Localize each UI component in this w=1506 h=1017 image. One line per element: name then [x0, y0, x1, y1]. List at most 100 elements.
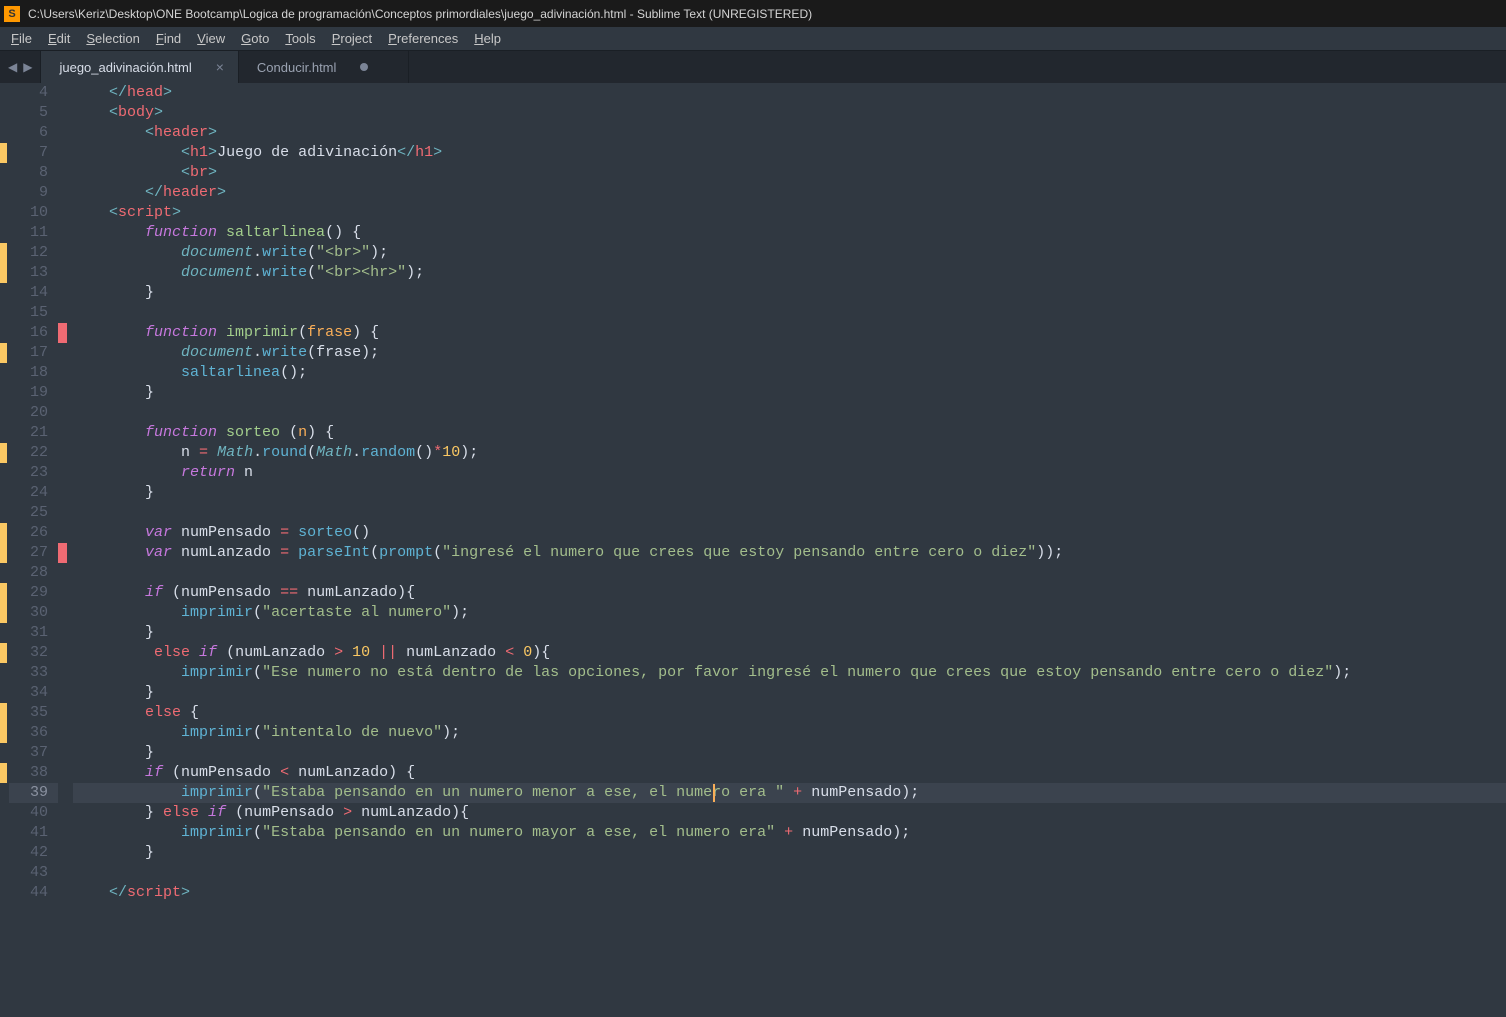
line-number[interactable]: 10 [9, 203, 58, 223]
line-gutter[interactable]: 4567891011121314151617181920212223242526… [9, 83, 58, 1017]
line-number[interactable]: 21 [9, 423, 58, 443]
line-number[interactable]: 44 [9, 883, 58, 903]
code-line[interactable] [73, 403, 1506, 423]
line-number[interactable]: 30 [9, 603, 58, 623]
code-line[interactable]: } [73, 283, 1506, 303]
line-number[interactable]: 32 [9, 643, 58, 663]
code-line[interactable]: } [73, 743, 1506, 763]
menu-preferences[interactable]: Preferences [381, 29, 465, 48]
line-number[interactable]: 7 [9, 143, 58, 163]
line-number[interactable]: 36 [9, 723, 58, 743]
line-number[interactable]: 23 [9, 463, 58, 483]
line-number[interactable]: 40 [9, 803, 58, 823]
code-line[interactable]: else { [73, 703, 1506, 723]
line-number[interactable]: 35 [9, 703, 58, 723]
line-number[interactable]: 26 [9, 523, 58, 543]
line-number[interactable]: 20 [9, 403, 58, 423]
code-line[interactable] [73, 863, 1506, 883]
line-number[interactable]: 11 [9, 223, 58, 243]
code-line[interactable] [73, 503, 1506, 523]
line-number[interactable]: 8 [9, 163, 58, 183]
line-number[interactable]: 5 [9, 103, 58, 123]
code-line[interactable]: } else if (numPensado > numLanzado){ [73, 803, 1506, 823]
code-line[interactable]: } [73, 683, 1506, 703]
code-line[interactable]: </script> [73, 883, 1506, 903]
code-line[interactable]: } [73, 843, 1506, 863]
line-number[interactable]: 33 [9, 663, 58, 683]
code-line[interactable]: imprimir("Estaba pensando en un numero m… [73, 823, 1506, 843]
nav-back-icon[interactable]: ◀ [8, 60, 17, 74]
line-number[interactable]: 28 [9, 563, 58, 583]
code-line[interactable]: </head> [73, 83, 1506, 103]
code-line[interactable]: imprimir("Ese numero no está dentro de l… [73, 663, 1506, 683]
code-line[interactable]: function saltarlinea() { [73, 223, 1506, 243]
code-line[interactable]: imprimir("intentalo de nuevo"); [73, 723, 1506, 743]
code-line[interactable]: <body> [73, 103, 1506, 123]
line-number[interactable]: 34 [9, 683, 58, 703]
line-number[interactable]: 16 [9, 323, 58, 343]
line-number[interactable]: 38 [9, 763, 58, 783]
menu-help[interactable]: Help [467, 29, 508, 48]
code-line[interactable]: <br> [73, 163, 1506, 183]
line-number[interactable]: 43 [9, 863, 58, 883]
line-number[interactable]: 25 [9, 503, 58, 523]
code-line[interactable]: document.write(frase); [73, 343, 1506, 363]
tab[interactable]: Conducir.html [239, 51, 409, 83]
line-number[interactable]: 39 [9, 783, 58, 803]
code-line[interactable]: saltarlinea(); [73, 363, 1506, 383]
code-line[interactable]: if (numPensado < numLanzado) { [73, 763, 1506, 783]
line-number[interactable]: 19 [9, 383, 58, 403]
code-line[interactable]: <script> [73, 203, 1506, 223]
code-line[interactable]: imprimir("Estaba pensando en un numero m… [73, 783, 1506, 803]
code-line[interactable]: } [73, 623, 1506, 643]
line-number[interactable]: 29 [9, 583, 58, 603]
code-line[interactable]: <h1>Juego de adivinación</h1> [73, 143, 1506, 163]
menu-goto[interactable]: Goto [234, 29, 276, 48]
code-line[interactable]: } [73, 483, 1506, 503]
line-number[interactable]: 14 [9, 283, 58, 303]
code-line[interactable]: function imprimir(frase) { [73, 323, 1506, 343]
line-number[interactable]: 15 [9, 303, 58, 323]
code-line[interactable]: <header> [73, 123, 1506, 143]
line-number[interactable]: 31 [9, 623, 58, 643]
menu-tools[interactable]: Tools [278, 29, 322, 48]
line-number[interactable]: 4 [9, 83, 58, 103]
close-icon[interactable]: × [216, 60, 224, 74]
menu-view[interactable]: View [190, 29, 232, 48]
line-number[interactable]: 9 [9, 183, 58, 203]
code-line[interactable]: } [73, 383, 1506, 403]
line-number[interactable]: 12 [9, 243, 58, 263]
tab-dirty-icon[interactable] [360, 63, 368, 71]
line-number[interactable]: 18 [9, 363, 58, 383]
code-line[interactable]: return n [73, 463, 1506, 483]
line-number[interactable]: 13 [9, 263, 58, 283]
code-line[interactable]: imprimir("acertaste al numero"); [73, 603, 1506, 623]
line-number[interactable]: 6 [9, 123, 58, 143]
code-line[interactable]: else if (numLanzado > 10 || numLanzado <… [73, 643, 1506, 663]
line-number[interactable]: 42 [9, 843, 58, 863]
tab[interactable]: juego_adivinación.html× [41, 51, 238, 83]
code-line[interactable] [73, 563, 1506, 583]
menu-file[interactable]: File [4, 29, 39, 48]
line-number[interactable]: 24 [9, 483, 58, 503]
menu-selection[interactable]: Selection [79, 29, 146, 48]
code-line[interactable]: document.write("<br>"); [73, 243, 1506, 263]
menu-find[interactable]: Find [149, 29, 188, 48]
line-number[interactable]: 22 [9, 443, 58, 463]
code-line[interactable]: if (numPensado == numLanzado){ [73, 583, 1506, 603]
line-number[interactable]: 17 [9, 343, 58, 363]
code-line[interactable]: var numLanzado = parseInt(prompt("ingres… [73, 543, 1506, 563]
menu-edit[interactable]: Edit [41, 29, 77, 48]
code-line[interactable]: function sorteo (n) { [73, 423, 1506, 443]
line-number[interactable]: 41 [9, 823, 58, 843]
code-line[interactable]: var numPensado = sorteo() [73, 523, 1506, 543]
nav-forward-icon[interactable]: ▶ [23, 60, 32, 74]
line-number[interactable]: 27 [9, 543, 58, 563]
code-line[interactable]: document.write("<br><hr>"); [73, 263, 1506, 283]
code-line[interactable]: </header> [73, 183, 1506, 203]
code-line[interactable] [73, 303, 1506, 323]
line-number[interactable]: 37 [9, 743, 58, 763]
code-line[interactable]: n = Math.round(Math.random()*10); [73, 443, 1506, 463]
menu-project[interactable]: Project [325, 29, 379, 48]
code-area[interactable]: </head> <body> <header> <h1>Juego de adi… [67, 83, 1506, 1017]
